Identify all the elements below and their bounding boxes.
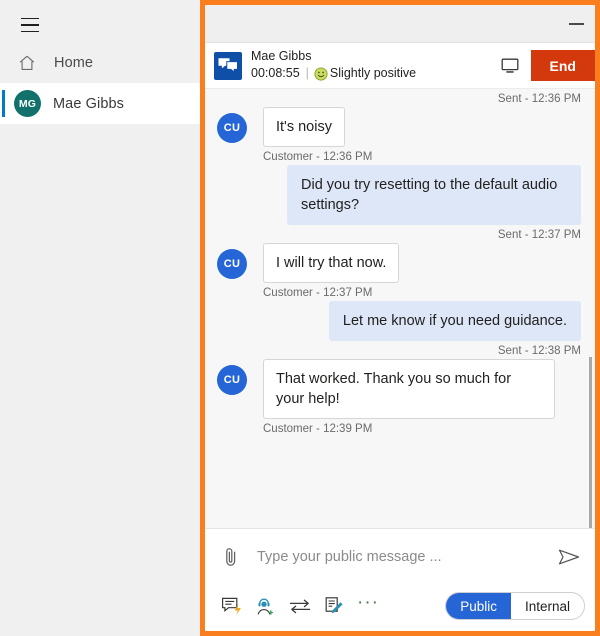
customer-name: Mae Gibbs <box>251 49 312 64</box>
conversation-meta: Mae Gibbs 00:08:55 | Slightly positive <box>251 49 493 81</box>
hamburger-line <box>21 24 39 26</box>
chat-bubble-icon <box>214 51 242 80</box>
minimize-icon[interactable] <box>565 19 587 29</box>
slightly-positive-emoji <box>314 67 328 81</box>
message-bubble: That worked. Thank you so much for your … <box>263 359 555 419</box>
message-mode-toggle: Public Internal <box>445 592 585 620</box>
more-options-icon[interactable]: ··· <box>351 591 385 621</box>
hamburger-line <box>21 30 39 33</box>
chat-window: Mae Gibbs 00:08:55 | Slightly positive E… <box>200 0 600 636</box>
message-timestamp: Customer - 12:39 PM <box>263 423 373 435</box>
message-bubble: Did you try resetting to the default aud… <box>287 165 581 225</box>
monitor-icon[interactable] <box>493 49 527 83</box>
left-sidebar: Home MG Mae Gibbs <box>0 0 200 636</box>
separator: | <box>305 66 309 80</box>
transcript-scrollbar[interactable] <box>586 89 594 528</box>
avatar: MG <box>14 90 41 117</box>
minimize-line <box>568 23 584 25</box>
search-input[interactable] <box>247 549 553 565</box>
quick-replies-icon[interactable] <box>215 591 249 621</box>
message-bubble: It's noisy <box>263 107 345 147</box>
message-timestamp: Customer - 12:36 PM <box>263 151 373 163</box>
message-bubble: Let me know if you need guidance. <box>328 301 581 341</box>
send-icon[interactable] <box>553 541 585 573</box>
window-titlebar <box>205 5 595 43</box>
message-timestamp: Customer - 12:37 PM <box>263 287 373 299</box>
add-agent-icon[interactable] <box>249 591 283 621</box>
avatar: CU <box>217 249 247 279</box>
mode-public-option[interactable]: Public <box>446 593 511 619</box>
active-indicator <box>2 90 5 117</box>
sidebar-item-home[interactable]: Home <box>0 42 200 83</box>
hamburger-menu-icon[interactable] <box>12 10 48 40</box>
message-timestamp: Sent - 12:36 PM <box>497 93 581 105</box>
avatar: CU <box>217 113 247 143</box>
end-button[interactable]: End <box>530 50 595 81</box>
composer-input-row <box>215 529 585 585</box>
message-row-incoming: CU That worked. Thank you so much for yo… <box>217 359 583 419</box>
sidebar-item-mae-gibbs[interactable]: MG Mae Gibbs <box>0 83 200 124</box>
scrollbar-thumb[interactable] <box>589 357 592 528</box>
message-transcript: Sent - 12:36 PM CU It's noisy Customer -… <box>205 88 595 528</box>
message-row-incoming: CU It's noisy <box>217 107 583 147</box>
message-row-outgoing: Did you try resetting to the default aud… <box>217 165 583 225</box>
message-composer: ··· Public Internal <box>205 528 595 631</box>
message-row-incoming: CU I will try that now. <box>217 243 583 283</box>
mode-internal-option[interactable]: Internal <box>511 593 584 619</box>
notes-icon[interactable] <box>317 591 351 621</box>
message-timestamp: Sent - 12:38 PM <box>497 345 581 357</box>
composer-toolbar: ··· Public Internal <box>215 585 585 631</box>
conversation-header: Mae Gibbs 00:08:55 | Slightly positive E… <box>205 43 595 88</box>
hamburger-line <box>21 17 39 20</box>
transfer-icon[interactable] <box>283 591 317 621</box>
message-row-outgoing: Let me know if you need guidance. <box>217 301 583 341</box>
avatar: CU <box>217 365 247 395</box>
message-bubble: I will try that now. <box>263 243 400 283</box>
conversation-status: 00:08:55 | Slightly positive <box>251 66 493 82</box>
sentiment-label: Slightly positive <box>329 66 417 80</box>
sidebar-item-label: Home <box>54 54 94 71</box>
conversation-timer: 00:08:55 <box>251 66 300 80</box>
sidebar-item-label: Mae Gibbs <box>53 95 125 112</box>
paperclip-icon[interactable] <box>215 541 247 573</box>
home-icon <box>12 53 42 73</box>
message-timestamp: Sent - 12:37 PM <box>497 229 581 241</box>
